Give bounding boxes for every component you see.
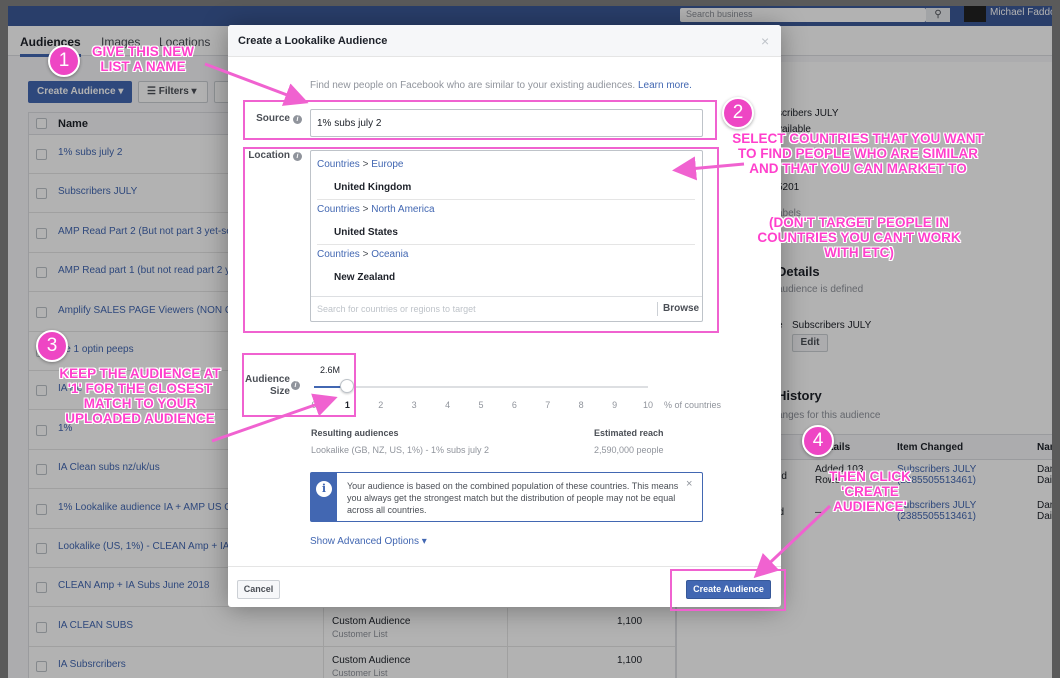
arrow-to-slider: [211, 393, 338, 443]
annotation-step-4: THEN CLICK 'CREATE AUDIENCE': [829, 469, 911, 514]
step-badge-3: 3: [36, 330, 68, 362]
annotation-arrows: [204, 62, 832, 579]
step-badge-1: 1: [48, 45, 80, 77]
step-badge-2: 2: [722, 97, 754, 129]
annotation-step-1: GIVE THIS NEW LIST A NAME: [91, 44, 194, 74]
annotation-step-3: KEEP THE AUDIENCE AT '1' FOR THE CLOSEST…: [59, 366, 221, 426]
arrow-to-create: [753, 504, 832, 579]
annotation-step-2: SELECT COUNTRIES THAT YOU WANT TO FIND P…: [732, 131, 984, 176]
step-badge-4: 4: [802, 425, 834, 457]
arrow-to-source: [204, 62, 309, 106]
annotation-step-2-note: (DON'T TARGET PEOPLE IN COUNTRIES YOU CA…: [757, 215, 961, 260]
